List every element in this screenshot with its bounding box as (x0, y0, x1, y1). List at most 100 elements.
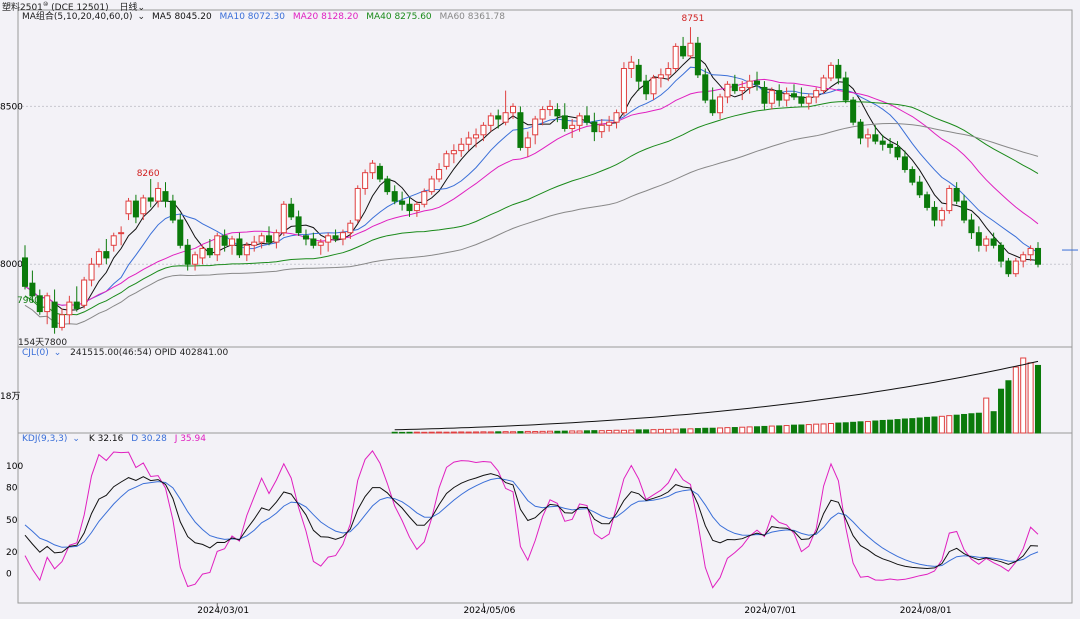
candle[interactable] (450, 150, 457, 155)
volume-bar[interactable] (783, 425, 790, 434)
candle[interactable] (317, 241, 324, 246)
volume-bar[interactable] (961, 413, 968, 434)
candle[interactable] (369, 162, 376, 174)
volume-bar[interactable] (517, 431, 524, 434)
volume-bar[interactable] (650, 429, 657, 434)
volume-bar[interactable] (702, 427, 709, 434)
candle[interactable] (916, 181, 923, 196)
candle[interactable] (754, 80, 761, 85)
volume-bar[interactable] (813, 423, 820, 434)
volume-bar[interactable] (872, 420, 879, 434)
candle[interactable] (894, 146, 901, 158)
candle[interactable] (465, 137, 472, 145)
volume-bar[interactable] (1027, 362, 1034, 434)
volume-bar[interactable] (894, 419, 901, 434)
candle[interactable] (546, 105, 553, 111)
candle[interactable] (672, 45, 679, 70)
candle[interactable] (265, 235, 273, 243)
volume-bar[interactable] (864, 421, 871, 434)
candle[interactable] (88, 263, 95, 281)
volume-bar[interactable] (694, 428, 701, 434)
candle[interactable] (909, 169, 916, 183)
candle[interactable] (613, 112, 620, 123)
candle[interactable] (125, 200, 132, 215)
candle[interactable] (66, 301, 73, 316)
volume-bar[interactable] (606, 429, 613, 434)
candle[interactable] (776, 90, 783, 101)
volume-bar[interactable] (724, 427, 731, 434)
volume-bar[interactable] (761, 425, 768, 434)
volume-bar[interactable] (546, 430, 553, 434)
candle[interactable] (975, 232, 982, 246)
volume-bar[interactable] (495, 431, 502, 434)
candle[interactable] (1005, 260, 1012, 275)
candle[interactable] (162, 191, 169, 202)
candle[interactable] (413, 203, 420, 212)
candle[interactable] (103, 251, 110, 259)
candle[interactable] (110, 235, 117, 246)
ma-group-label[interactable]: MA组合(5,10,20,40,60,0) (22, 12, 133, 22)
volume-bar[interactable] (857, 421, 864, 434)
candle[interactable] (583, 115, 590, 123)
volume-bar[interactable] (591, 430, 598, 434)
volume-bar[interactable] (1034, 364, 1042, 434)
volume-bar[interactable] (539, 430, 546, 434)
volume-bar[interactable] (436, 431, 443, 434)
volume-bar[interactable] (643, 429, 650, 434)
candle[interactable] (938, 210, 945, 221)
candle[interactable] (709, 99, 716, 114)
volume-bar[interactable] (924, 416, 931, 434)
candle[interactable] (953, 187, 960, 202)
candle[interactable] (694, 42, 701, 76)
candle[interactable] (288, 203, 295, 218)
volume-bar[interactable] (391, 431, 398, 434)
candle[interactable] (399, 200, 406, 205)
candle[interactable] (155, 187, 162, 202)
volume-bar[interactable] (480, 431, 487, 434)
candle[interactable] (990, 238, 997, 246)
candle[interactable] (428, 178, 435, 193)
candle[interactable] (354, 187, 361, 221)
candle[interactable] (790, 93, 798, 98)
volume-bar[interactable] (946, 415, 953, 434)
volume-bar[interactable] (502, 431, 509, 434)
volume-bar[interactable] (731, 427, 738, 434)
volume-bar[interactable] (399, 431, 406, 434)
candle[interactable] (73, 301, 80, 309)
candle[interactable] (347, 222, 354, 234)
candle[interactable] (827, 64, 834, 79)
volume-bar[interactable] (746, 426, 753, 434)
candle[interactable] (879, 140, 886, 145)
candle[interactable] (458, 143, 465, 152)
candle[interactable] (554, 109, 561, 117)
volume-bar[interactable] (739, 426, 746, 434)
volume-bar[interactable] (569, 430, 576, 434)
candle[interactable] (702, 74, 709, 101)
candle[interactable] (184, 244, 191, 265)
candle[interactable] (820, 77, 827, 92)
candle[interactable] (857, 121, 864, 139)
volume-bar[interactable] (835, 422, 842, 434)
candle[interactable] (598, 124, 605, 133)
volume-bar[interactable] (776, 425, 783, 434)
volume-bar[interactable] (620, 429, 627, 434)
candle[interactable] (325, 235, 332, 243)
volume-bar[interactable] (754, 426, 761, 434)
chevron-down-icon[interactable]: ⌄ (138, 12, 146, 22)
candle[interactable] (665, 68, 672, 76)
candle[interactable] (473, 134, 480, 139)
candle[interactable] (591, 121, 598, 133)
candle[interactable] (635, 64, 642, 82)
candle[interactable] (768, 90, 775, 104)
volume-bar[interactable] (717, 427, 724, 434)
volume-bar[interactable] (561, 430, 568, 434)
volume-bar[interactable] (598, 430, 605, 434)
volume-bar[interactable] (465, 431, 472, 434)
volume-bar[interactable] (628, 429, 635, 434)
volume-bar[interactable] (953, 414, 960, 434)
candle[interactable] (532, 118, 539, 136)
candle[interactable] (968, 219, 975, 234)
candle[interactable] (561, 115, 568, 129)
volume-bar[interactable] (998, 388, 1005, 434)
candle[interactable] (946, 187, 953, 212)
